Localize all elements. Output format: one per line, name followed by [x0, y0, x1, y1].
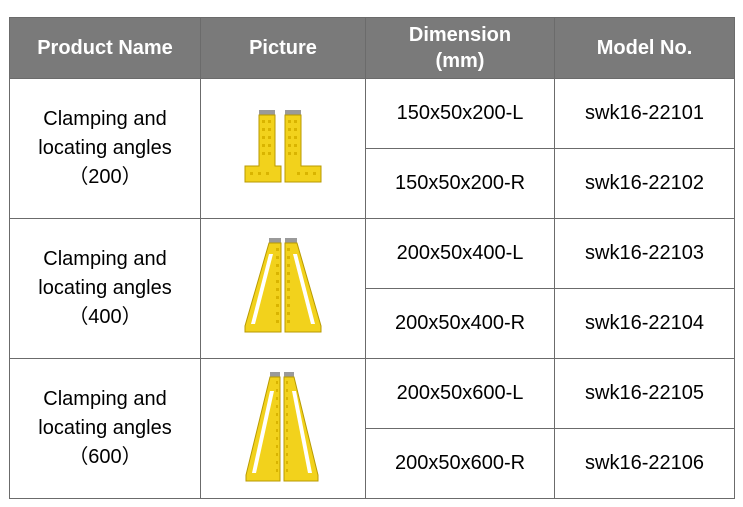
angle-600-illustration — [245, 371, 319, 481]
clamping-angle-400-image — [200, 218, 366, 359]
model-cell: swk16-22103 — [554, 218, 735, 289]
clamping-angle-200-image — [200, 78, 366, 219]
product-size-label: （400） — [68, 306, 142, 328]
angle-400-illustration — [244, 237, 322, 332]
dimension-cell: 200x50x600-L — [365, 358, 555, 429]
dimension-cell: 200x50x600-R — [365, 428, 555, 499]
product-size-label: （600） — [68, 446, 142, 468]
product-size-label: （200） — [68, 166, 142, 188]
product-name-line: locating angles — [38, 277, 172, 299]
table-row: Clamping and locating angles （200） 150x5… — [9, 78, 735, 219]
product-name-line: Clamping and — [43, 108, 167, 130]
product-name-line: Clamping and — [43, 248, 167, 270]
angle-200-illustration — [244, 109, 322, 182]
model-cell: swk16-22105 — [554, 358, 735, 429]
model-cell: swk16-22104 — [554, 288, 735, 359]
clamping-angle-600-image — [200, 358, 366, 499]
product-name-line: locating angles — [38, 417, 172, 439]
product-name-line: locating angles — [38, 137, 172, 159]
dimension-cell: 200x50x400-R — [365, 288, 555, 359]
header-product-name: Product Name — [9, 17, 201, 79]
table-row: Clamping and locating angles （600） 200x5… — [9, 358, 735, 499]
dimension-cell: 150x50x200-R — [365, 148, 555, 219]
header-model-no: Model No. — [554, 17, 735, 79]
product-name-line: Clamping and — [43, 388, 167, 410]
product-name-cell: Clamping and locating angles （200） — [9, 78, 201, 219]
product-name-cell: Clamping and locating angles （600） — [9, 358, 201, 499]
dimension-cell: 200x50x400-L — [365, 218, 555, 289]
header-dimension: Dimension (mm) — [365, 17, 555, 79]
product-table: Product Name Picture Dimension (mm) Mode… — [9, 17, 735, 499]
product-name-cell: Clamping and locating angles （400） — [9, 218, 201, 359]
dimension-cell: 150x50x200-L — [365, 78, 555, 149]
model-cell: swk16-22102 — [554, 148, 735, 219]
header-dimension-unit: (mm) — [435, 50, 485, 72]
model-cell: swk16-22101 — [554, 78, 735, 149]
table-row: Clamping and locating angles （400） 200x5… — [9, 218, 735, 359]
header-dimension-label: Dimension — [408, 24, 512, 46]
header-picture: Picture — [200, 17, 366, 79]
table-header-row: Product Name Picture Dimension (mm) Mode… — [9, 17, 735, 79]
model-cell: swk16-22106 — [554, 428, 735, 499]
